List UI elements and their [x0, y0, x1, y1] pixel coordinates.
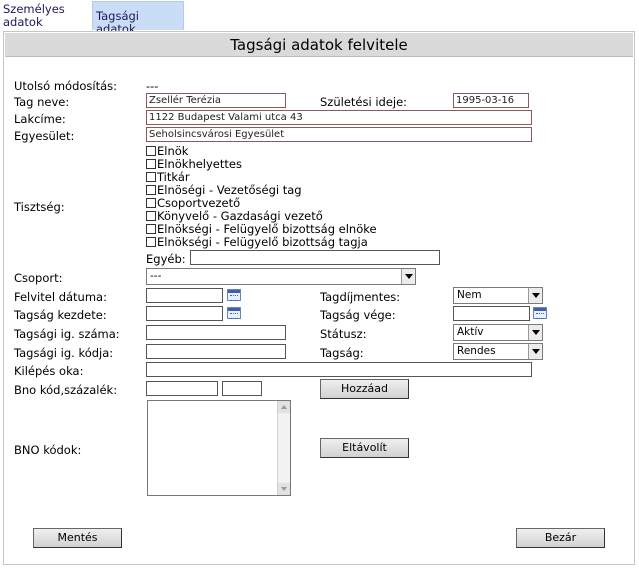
- checkbox[interactable]: [146, 237, 156, 247]
- calendar-icon[interactable]: [533, 307, 547, 319]
- birth-date-label: Születési ideje:: [320, 95, 408, 109]
- checkbox[interactable]: [146, 224, 156, 234]
- checkbox[interactable]: [146, 198, 156, 208]
- checkbox[interactable]: [146, 185, 156, 195]
- position-option-label: Elnökségi - Felügyelő bizottság tagja: [157, 235, 368, 249]
- bno-code-percent-label: Bno kód,százalék:: [14, 383, 118, 397]
- membership-type-value: Rendes: [457, 345, 496, 357]
- bno-codes-label: BNO kódok:: [14, 443, 82, 457]
- entry-date-label: Felvitel dátuma:: [14, 290, 107, 304]
- bno-code-field[interactable]: [146, 381, 218, 396]
- exit-reason-label: Kilépés oka:: [14, 364, 84, 378]
- checkbox[interactable]: [146, 172, 156, 182]
- chevron-down-icon[interactable]: [528, 288, 542, 303]
- address-field[interactable]: 1122 Budapest Valami utca 43: [146, 110, 532, 125]
- scroll-up-icon[interactable]: [278, 401, 290, 413]
- group-label: Csoport:: [14, 271, 63, 285]
- chevron-down-icon[interactable]: [528, 325, 542, 340]
- position-label: Tisztség:: [14, 200, 65, 214]
- group-select[interactable]: ---: [146, 268, 416, 285]
- position-option-label: Elnökségi - Felügyelő bizottság elnöke: [157, 222, 377, 236]
- calendar-icon[interactable]: [227, 307, 241, 319]
- checkbox[interactable]: [146, 211, 156, 221]
- tab-membership-data[interactable]: Tagsági adatok: [92, 1, 184, 36]
- calendar-icon[interactable]: [227, 289, 241, 301]
- fee-exempt-label: Tagdíjmentes:: [320, 290, 401, 304]
- fee-exempt-value: Nem: [457, 289, 482, 301]
- status-select[interactable]: Aktív: [453, 324, 543, 341]
- position-option-label: Elnökhelyettes: [157, 157, 242, 171]
- birth-date-field[interactable]: 1995-03-16: [453, 93, 529, 108]
- bno-percent-field[interactable]: [222, 381, 262, 396]
- checkbox[interactable]: [146, 146, 156, 156]
- position-option-label: Elnöségi - Vezetőségi tag: [157, 183, 302, 197]
- membership-start-field[interactable]: [146, 306, 223, 321]
- member-name-field[interactable]: Zsellér Terézia: [146, 93, 286, 108]
- save-button[interactable]: Mentés: [33, 528, 122, 548]
- fee-exempt-select[interactable]: Nem: [453, 287, 543, 304]
- membership-end-label: Tagság vége:: [320, 308, 396, 322]
- other-label: Egyéb:: [146, 252, 186, 266]
- close-button[interactable]: Bezár: [516, 528, 605, 548]
- chevron-down-icon[interactable]: [401, 269, 415, 284]
- tab-personal-data[interactable]: Személyes adatok: [0, 1, 92, 30]
- address-label: Lakcíme:: [14, 112, 66, 126]
- last-modified-label: Utolsó módosítás:: [14, 79, 118, 93]
- member-name-label: Tag neve:: [14, 95, 70, 109]
- chevron-down-icon[interactable]: [528, 344, 542, 359]
- status-value: Aktív: [457, 326, 484, 338]
- membership-type-select[interactable]: Rendes: [453, 343, 543, 360]
- card-code-field[interactable]: [146, 344, 286, 359]
- other-field[interactable]: [190, 250, 440, 265]
- position-option-label: Csoportvezető: [157, 196, 241, 210]
- membership-start-label: Tagság kezdete:: [14, 308, 107, 322]
- card-number-field[interactable]: [146, 325, 286, 340]
- page-title: Tagsági adatok felvitele: [5, 33, 633, 57]
- position-option-label: Elnök: [157, 144, 189, 158]
- position-option[interactable]: Elnökségi - Felügyelő bizottság tagja: [146, 236, 368, 249]
- association-field[interactable]: Seholsincsvárosi Egyesület: [146, 127, 532, 142]
- checkbox[interactable]: [146, 159, 156, 169]
- exit-reason-field[interactable]: [146, 362, 532, 377]
- card-code-label: Tagsági ig. kódja:: [14, 346, 114, 360]
- entry-date-field[interactable]: [146, 288, 223, 303]
- scrollbar[interactable]: [277, 401, 290, 495]
- membership-end-field[interactable]: [453, 306, 530, 321]
- add-button[interactable]: Hozzáad: [320, 379, 409, 399]
- card-number-label: Tagsági ig. száma:: [14, 327, 120, 341]
- position-option-label: Titkár: [157, 170, 190, 184]
- membership-type-label: Tagság:: [320, 346, 364, 360]
- association-label: Egyesület:: [14, 129, 75, 143]
- position-option-label: Könyvelő - Gazdasági vezető: [157, 209, 323, 223]
- status-label: Státusz:: [320, 327, 367, 341]
- scroll-down-icon[interactable]: [278, 483, 290, 495]
- bno-codes-list[interactable]: [147, 400, 291, 496]
- group-select-value: ---: [150, 270, 162, 282]
- last-modified-value: ---: [146, 79, 159, 93]
- remove-button[interactable]: Eltávolít: [320, 438, 409, 458]
